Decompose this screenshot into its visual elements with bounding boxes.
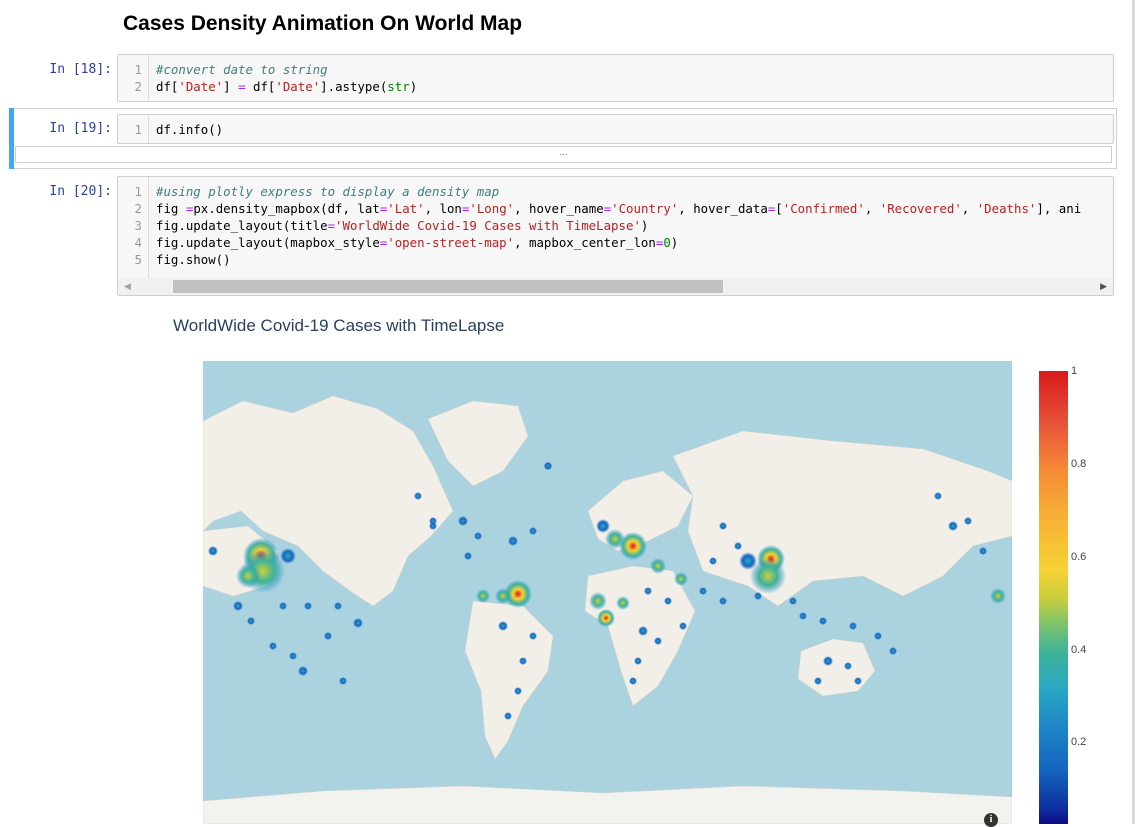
cell-prompt-19: In [19]: (49, 121, 112, 136)
code-cell-19[interactable]: 1 df.info() (117, 114, 1114, 144)
colorbar (1039, 371, 1068, 824)
code-line[interactable]: df['Date'] = df['Date'].astype(str) (156, 78, 417, 95)
line-number: 4 (134, 235, 142, 250)
plot-title: WorldWide Covid-19 Cases with TimeLapse (173, 316, 505, 335)
australia (797, 638, 876, 697)
scrollbar-thumb[interactable] (173, 280, 723, 293)
code-line[interactable]: #convert date to string (156, 61, 328, 78)
code-line[interactable]: df.info() (156, 121, 223, 138)
code-cell-20[interactable]: 1 #using plotly express to display a dens… (117, 176, 1114, 296)
density-map[interactable] (203, 361, 1012, 824)
asia (672, 430, 1012, 607)
code-line[interactable]: fig =px.density_mapbox(df, lat='Lat', lo… (156, 200, 1081, 217)
south-america (464, 600, 554, 760)
horizontal-scrollbar[interactable]: ◀ ▶ (118, 278, 1113, 295)
line-number: 1 (134, 122, 142, 137)
line-number: 5 (134, 252, 142, 267)
code-line[interactable]: #using plotly express to display a densi… (156, 183, 499, 200)
colorbar-tick: 1 (1071, 365, 1078, 377)
cell-prompt-20: In [20]: (49, 184, 112, 199)
colorbar-tick: 0.6 (1071, 551, 1087, 563)
scroll-left-arrow-icon[interactable]: ◀ (124, 281, 131, 292)
line-number: 2 (134, 201, 142, 216)
collapsed-output-toggle[interactable]: ... (15, 146, 1112, 163)
code-cell-18[interactable]: 1 #convert date to string 2 df['Date'] = df… (117, 54, 1114, 102)
section-heading: Cases Density Animation On World Map (123, 12, 523, 35)
colorbar-tick: 0.8 (1071, 458, 1087, 470)
world-map-svg (203, 395, 1012, 824)
line-number: 1 (134, 184, 142, 199)
line-number: 2 (134, 79, 142, 94)
info-icon[interactable]: i (984, 813, 998, 827)
colorbar-tick: 0.2 (1071, 736, 1087, 748)
cell-prompt-18: In [18]: (49, 62, 112, 77)
selected-cell-indicator (9, 108, 14, 169)
line-number: 3 (134, 218, 142, 233)
line-number: 1 (134, 62, 142, 77)
colorbar-tick: 0.4 (1071, 644, 1087, 656)
code-line[interactable]: fig.show() (156, 251, 231, 268)
africa (584, 565, 696, 707)
code-line[interactable]: fig.update_layout(title='WorldWide Covid… (156, 217, 648, 234)
scroll-right-arrow-icon[interactable]: ▶ (1100, 281, 1107, 292)
code-line[interactable]: fig.update_layout(mapbox_style='open-str… (156, 234, 678, 251)
greenland (427, 400, 529, 487)
antarctica (203, 785, 1012, 824)
